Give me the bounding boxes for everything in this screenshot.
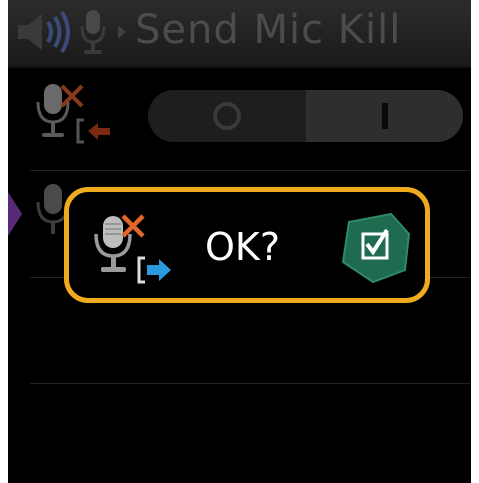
off-symbol-icon bbox=[213, 102, 241, 130]
confirm-button[interactable] bbox=[339, 212, 411, 284]
device-screen: Send Mic Kill OK? bbox=[8, 0, 471, 483]
selection-indicator bbox=[8, 192, 22, 240]
speaker-icon bbox=[16, 10, 74, 58]
toggle-on-option[interactable] bbox=[306, 90, 463, 142]
microphone-icon bbox=[78, 8, 108, 62]
toggle-off-option[interactable] bbox=[148, 90, 306, 142]
confirm-dialog: OK? bbox=[64, 187, 430, 303]
page-title: Send Mic Kill bbox=[135, 7, 402, 53]
on-symbol-icon bbox=[381, 103, 388, 129]
mic-kill-toggle[interactable] bbox=[148, 90, 463, 142]
chevron-right-icon bbox=[116, 23, 128, 45]
row-divider bbox=[30, 170, 470, 171]
header-bar: Send Mic Kill bbox=[8, 0, 471, 68]
row-divider bbox=[30, 383, 470, 384]
confirm-question: OK? bbox=[205, 225, 280, 269]
mic-kill-send-icon bbox=[81, 208, 177, 292]
mic-kill-receive-icon bbox=[28, 80, 118, 156]
